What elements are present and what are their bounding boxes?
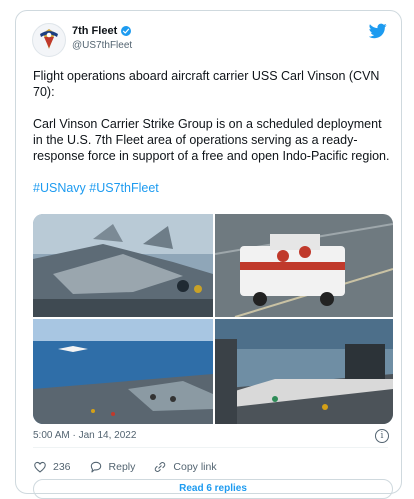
heart-icon — [34, 461, 46, 473]
photo-deck-crew[interactable] — [215, 319, 393, 424]
photo-flight-deck-jets[interactable] — [33, 214, 213, 317]
photo-carrier-ocean[interactable] — [33, 319, 213, 424]
hashtag-links[interactable]: #USNavy #US7thFleet — [33, 180, 393, 196]
info-icon[interactable]: i — [375, 429, 389, 443]
copy-link-label: Copy link — [173, 461, 217, 473]
divider — [33, 447, 388, 448]
like-count: 236 — [53, 461, 71, 473]
like-button[interactable]: 236 — [33, 460, 71, 474]
reply-label: Reply — [108, 461, 136, 473]
tweet-card: 7th Fleet @US7thFleet Flight operations … — [15, 10, 402, 499]
tweet-timestamp[interactable]: 5:00 AM · Jan 14, 2022 — [33, 430, 136, 441]
verified-badge-icon — [121, 26, 132, 36]
tweet-paragraph: Flight operations aboard aircraft carrie… — [33, 69, 380, 99]
media-grid — [33, 214, 393, 424]
twitter-bird-icon[interactable] — [369, 23, 387, 39]
read-replies-button[interactable]: Read 6 replies — [33, 479, 393, 499]
account-handle[interactable]: @US7thFleet — [72, 40, 132, 51]
account-name-row[interactable]: 7th Fleet — [72, 25, 132, 37]
link-icon — [155, 462, 166, 472]
action-bar: 236 Reply Copy link — [33, 460, 235, 474]
account-name[interactable]: 7th Fleet — [72, 25, 117, 37]
reply-icon — [90, 461, 101, 473]
avatar[interactable] — [32, 23, 66, 57]
tweet-paragraph: Carl Vinson Carrier Strike Group is on a… — [33, 117, 390, 163]
reply-button[interactable]: Reply — [89, 460, 136, 474]
copy-link-button[interactable]: Copy link — [153, 460, 217, 474]
tweet-text: Flight operations aboard aircraft carrie… — [33, 68, 393, 212]
photo-deck-vehicle[interactable] — [215, 214, 393, 317]
